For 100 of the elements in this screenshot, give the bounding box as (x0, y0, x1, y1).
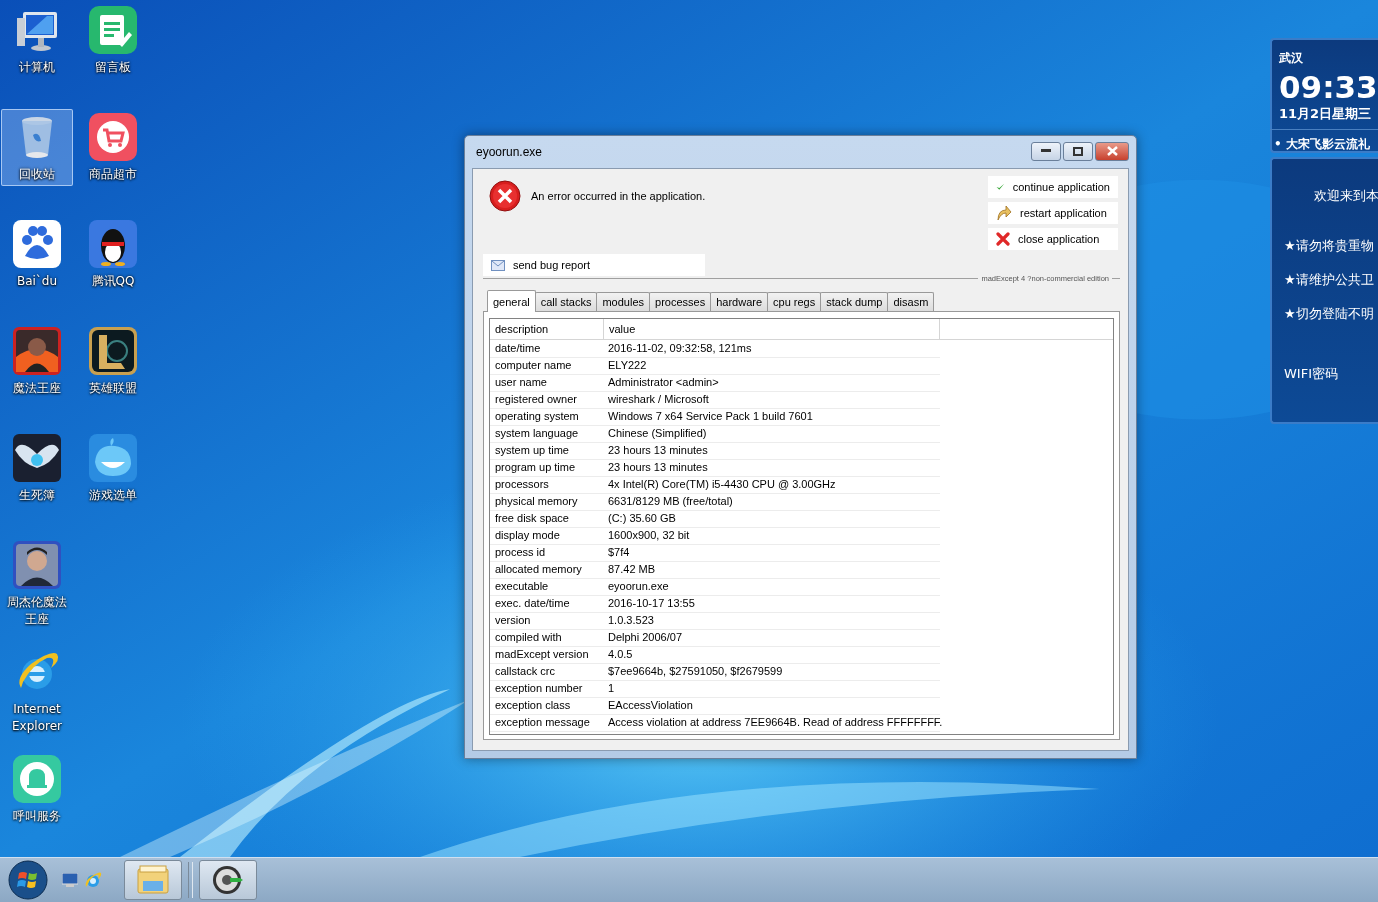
action-button[interactable]: continue application (988, 176, 1118, 198)
table-cell: 1.0.3.523 (604, 612, 940, 630)
close-icon (996, 232, 1010, 246)
desktop-icon[interactable]: 回收站 (1, 109, 73, 186)
show-desktop-icon[interactable] (62, 873, 78, 887)
icon-label: 生死簿 (19, 487, 55, 504)
table-cell: exception message (490, 714, 604, 732)
table-cell: registered owner (490, 391, 604, 409)
desktop-icon[interactable]: 商品超市 (77, 109, 149, 186)
table-cell: Administrator <admin> (604, 374, 940, 392)
desktop-icon[interactable]: 游戏选单 (77, 430, 149, 507)
whale-icon (89, 434, 137, 482)
icon-label: 留言板 (95, 59, 131, 76)
folder-icon (137, 865, 169, 895)
error-message: An error occurred in the application. (531, 190, 706, 202)
minimize-icon (1041, 149, 1051, 153)
tab[interactable]: hardware (710, 292, 769, 311)
table-cell: display mode (490, 527, 604, 545)
desktop-icon[interactable]: 周杰伦魔法王座 (1, 537, 73, 631)
tab[interactable]: processes (649, 292, 712, 311)
table-cell: program up time (490, 459, 604, 477)
table-cell: eyoorun.exe (604, 578, 940, 596)
tab[interactable]: modules (596, 292, 651, 311)
shopping-cart-icon (89, 113, 137, 161)
error-icon (489, 180, 521, 212)
desktop-icon[interactable]: 计算机 (1, 2, 73, 79)
table-cell: system up time (490, 442, 604, 460)
table-cell: 2016-10-17 13:55 (604, 595, 940, 613)
desktop-icon[interactable]: 呼叫服务 (1, 751, 73, 828)
tab[interactable]: cpu regs (767, 292, 822, 311)
table-cell: 2016-11-02, 09:32:58, 121ms (604, 340, 940, 358)
table-cell: exec. date/time (490, 595, 604, 613)
table-cell: date/time (490, 340, 604, 358)
table-cell: $7ee9664b, $27591050, $f2679599 (604, 663, 940, 681)
table-cell: version (490, 612, 604, 630)
table-cell: allocated memory (490, 561, 604, 579)
icon-label: 游戏选单 (89, 487, 137, 504)
action-button[interactable]: close application (988, 228, 1118, 250)
send-bug-report-button[interactable]: send bug report (483, 254, 706, 276)
desktop-icon[interactable]: 腾讯QQ (77, 216, 149, 293)
gauge-icon (212, 864, 244, 896)
table-cell: physical memory (490, 493, 604, 511)
notepad-icon (89, 6, 137, 54)
icon-label: 魔法王座 (13, 380, 61, 397)
icon-label: 英雄联盟 (89, 380, 137, 397)
column-header[interactable]: description (490, 319, 604, 339)
table-cell: 23 hours 13 minutes (604, 459, 940, 477)
notice-text: ★请维护公共卫 (1284, 271, 1375, 289)
penguin-icon (89, 220, 137, 268)
table-cell: callstack crc (490, 663, 604, 681)
desktop-icon[interactable]: 生死簿 (1, 430, 73, 507)
table-cell: Chinese (Simplified) (604, 425, 940, 443)
table-cell: compiled with (490, 629, 604, 647)
notice-text: WIFI密码 (1284, 365, 1339, 383)
envelope-icon (491, 259, 505, 271)
close-button[interactable] (1095, 141, 1129, 161)
icon-label: 回收站 (19, 166, 55, 183)
notice-text: 欢迎来到本 (1314, 187, 1378, 205)
maximize-button[interactable] (1063, 141, 1093, 161)
table-cell: EAccessViolation (604, 697, 940, 715)
table-cell: $7f4 (604, 544, 940, 562)
table-cell: 87.42 MB (604, 561, 940, 579)
table-cell: exception number (490, 680, 604, 698)
tab[interactable]: general (487, 290, 536, 312)
table-cell: madExcept version (490, 646, 604, 664)
window-title: eyoorun.exe (476, 145, 543, 159)
table-cell: process id (490, 544, 604, 562)
news-ticker: • 大宋飞影云流礼 (1270, 129, 1378, 153)
tab[interactable]: stack dump (820, 292, 889, 311)
table-cell: 6631/8129 MB (free/total) (604, 493, 940, 511)
icon-label: 商品超市 (89, 166, 137, 183)
desktop-icon[interactable]: 魔法王座 (1, 323, 73, 400)
taskbar-button[interactable] (199, 860, 257, 900)
date-label: 11月2日星期三 (1279, 105, 1373, 123)
game-icon (13, 541, 61, 589)
game-icon (13, 327, 61, 375)
game-icon (89, 327, 137, 375)
column-header[interactable]: value (604, 319, 940, 339)
desktop-icon[interactable]: Internet Explorer (1, 644, 73, 738)
desktop-icon[interactable]: 留言板 (77, 2, 149, 79)
table-cell: operating system (490, 408, 604, 426)
tab[interactable]: disasm (887, 292, 935, 311)
minimize-button[interactable] (1031, 141, 1061, 161)
table-cell: wireshark / Microsoft (604, 391, 940, 409)
icon-label: 呼叫服务 (13, 808, 61, 825)
icon-label: Internet Explorer (11, 701, 63, 735)
table-cell: Delphi 2006/07 (604, 629, 940, 647)
city-label: 武汉 (1279, 50, 1304, 67)
table-cell: ELY222 (604, 357, 940, 375)
start-button[interactable] (8, 860, 48, 900)
table-cell: Access violation at address 7EE9664B. Read of address FFFFFFFF. (604, 714, 940, 732)
tab[interactable]: call stacks (534, 292, 598, 311)
table-cell: 4x Intel(R) Core(TM) i5-4430 CPU @ 3.00GHz (604, 476, 940, 494)
bell-icon (13, 755, 61, 803)
table-cell: processors (490, 476, 604, 494)
action-button[interactable]: restart application (988, 202, 1118, 224)
desktop-icon[interactable]: 英雄联盟 (77, 323, 149, 400)
table-cell: exception class (490, 697, 604, 715)
table-cell: computer name (490, 357, 604, 375)
desktop-icon[interactable]: Bai`du (1, 216, 73, 293)
